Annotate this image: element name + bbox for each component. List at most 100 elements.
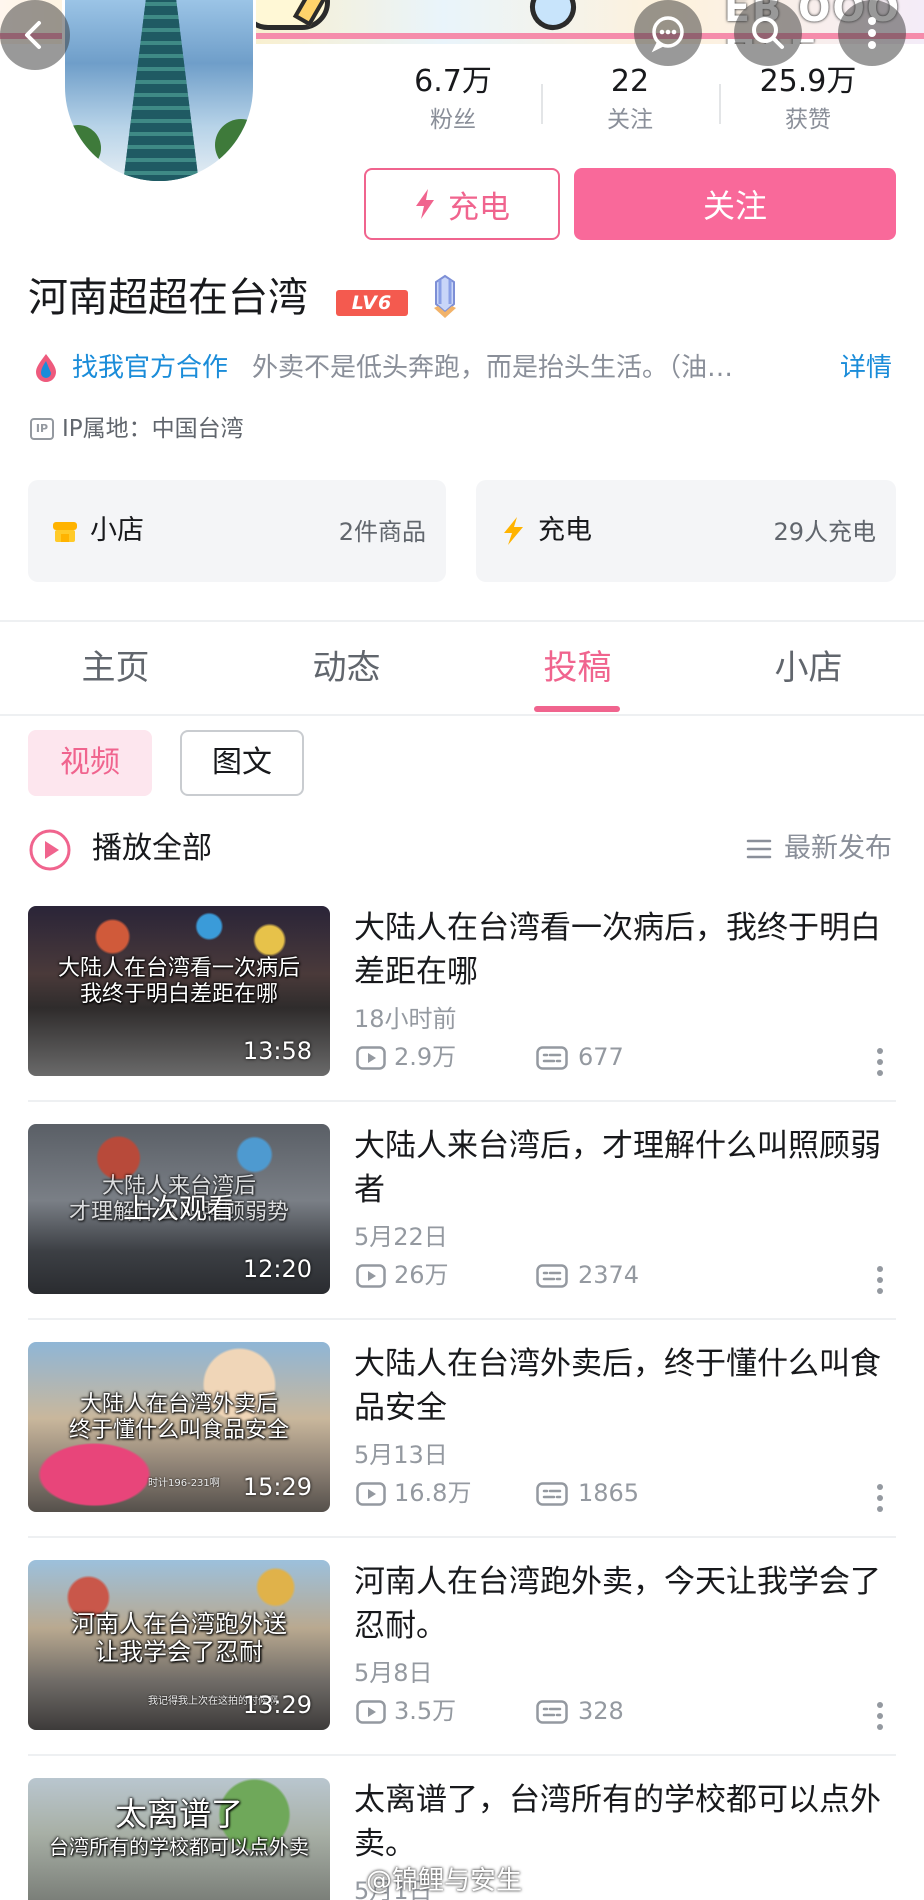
more-vertical-icon[interactable] xyxy=(872,1482,888,1514)
video-title[interactable]: 太离谱了，台湾所有的学校都可以点外卖。 xyxy=(354,1778,894,1866)
video-danmaku-count: 2374 xyxy=(578,1261,640,1289)
video-item[interactable]: 河南人在台湾跑外送 让我学会了忍耐 我记得我上次在这拍的时候啊 13:29 河南… xyxy=(0,1560,924,1778)
video-date: 5月22日 xyxy=(354,1223,448,1251)
message-button[interactable] xyxy=(634,0,702,66)
active-tab-indicator xyxy=(534,706,620,712)
shop-card[interactable]: 小店 2件商品 xyxy=(28,480,446,582)
cooperation-icon xyxy=(36,354,56,382)
video-title[interactable]: 大陆人在台湾看一次病后，我终于明白差距在哪 xyxy=(354,906,894,994)
pencil-badge-icon xyxy=(434,274,456,318)
more-vertical-icon[interactable] xyxy=(872,1046,888,1078)
charge-card-meta: 29人充电 xyxy=(773,518,876,546)
more-vertical-icon[interactable] xyxy=(872,1264,888,1296)
video-play-count: 16.8万 xyxy=(394,1479,472,1507)
video-title[interactable]: 大陆人在台湾外卖后，终于懂什么叫食品安全 xyxy=(354,1342,894,1430)
video-duration: 12:20 xyxy=(242,1255,312,1283)
back-icon xyxy=(25,21,41,49)
bio-text: 外卖不是低头奔跑，而是抬头生活。（油… xyxy=(252,353,734,383)
avatar-tree xyxy=(65,125,101,171)
avatar[interactable] xyxy=(62,0,256,184)
list-divider xyxy=(28,1754,896,1756)
back-button[interactable] xyxy=(0,0,70,70)
video-thumbnail[interactable]: 河南人在台湾跑外送 让我学会了忍耐 我记得我上次在这拍的时候啊 13:29 xyxy=(28,1560,330,1730)
sort-newest-button[interactable]: 最新发布 xyxy=(784,828,892,870)
avatar-tower-image xyxy=(123,0,199,181)
avatar-tree xyxy=(215,119,253,171)
play-all-icon[interactable] xyxy=(28,828,72,872)
charge-button[interactable]: 充电 xyxy=(364,168,560,240)
follow-button[interactable]: 关注 xyxy=(574,168,896,240)
lightning-icon xyxy=(416,189,434,219)
chat-icon xyxy=(651,16,684,53)
thumbnail-caption-line: 我终于明白差距在哪 xyxy=(79,982,278,1007)
lightning-icon xyxy=(504,517,523,545)
list-divider xyxy=(28,1100,896,1102)
detail-link[interactable]: 详情 xyxy=(840,350,892,386)
shop-card-title: 小店 xyxy=(90,515,144,546)
video-play-count: 26万 xyxy=(394,1261,449,1289)
video-item[interactable]: 大陆人来台湾后 才理解什么叫照顾弱势 上次观看 12:20 大陆人来台湾后，才理… xyxy=(0,1124,924,1342)
thumbnail-caption: 大陆人在台湾外卖后 终于懂什么叫食品安全 xyxy=(28,1392,330,1444)
video-item[interactable]: 大陆人在台湾看一次病后 我终于明白差距在哪 13:58 大陆人在台湾看一次病后，… xyxy=(0,906,924,1124)
fans-stat[interactable]: 6.7万 粉丝 xyxy=(378,62,528,138)
thumbnail-caption-line: 终于懂什么叫食品安全 xyxy=(68,1418,289,1443)
video-title[interactable]: 大陆人来台湾后，才理解什么叫照顾弱者 xyxy=(354,1124,894,1212)
following-stat[interactable]: 22 关注 xyxy=(555,62,705,138)
tab-uploads[interactable]: 投稿 xyxy=(462,640,693,696)
video-date: 5月13日 xyxy=(354,1441,448,1469)
shop-icon xyxy=(53,522,77,542)
tab-shop[interactable]: 小店 xyxy=(693,640,924,696)
video-title[interactable]: 河南人在台湾跑外卖，今天让我学会了忍耐。 xyxy=(354,1560,894,1648)
video-thumbnail[interactable]: 大陆人在台湾看一次病后 我终于明白差距在哪 13:58 xyxy=(28,906,330,1076)
likes-label: 获赞 xyxy=(785,107,831,133)
video-danmaku-count: 677 xyxy=(578,1043,624,1071)
video-thumbnail[interactable]: 大陆人在台湾外卖后 终于懂什么叫食品安全 时计196-231啊 15:29 xyxy=(28,1342,330,1512)
more-button[interactable] xyxy=(838,0,906,66)
filter-image-text-chip[interactable]: 图文 xyxy=(180,730,304,796)
search-icon xyxy=(752,17,784,49)
section-divider xyxy=(0,620,924,622)
charge-button-label: 充电 xyxy=(448,189,510,226)
likes-stat[interactable]: 25.9万 获赞 xyxy=(733,62,883,138)
watermark: @锦鲤与安生 xyxy=(366,1866,523,1896)
more-vertical-icon[interactable] xyxy=(872,1700,888,1732)
official-cooperation-link[interactable]: 找我官方合作 xyxy=(72,350,228,386)
thumbnail-caption: 大陆人在台湾看一次病后 我终于明白差距在哪 xyxy=(28,956,330,1008)
fans-label: 粉丝 xyxy=(430,107,476,133)
video-thumbnail[interactable]: 大陆人来台湾后 才理解什么叫照顾弱势 上次观看 12:20 xyxy=(28,1124,330,1294)
thumbnail-caption-line: 大陆人在台湾看一次病后 xyxy=(57,956,300,981)
danmaku-icon xyxy=(536,1264,568,1288)
filter-video-chip[interactable]: 视频 xyxy=(28,730,152,796)
video-duration: 15:29 xyxy=(242,1473,312,1501)
profile-name: 河南超超在台湾 xyxy=(28,275,308,321)
likes-count: 25.9万 xyxy=(759,64,857,99)
banner-illustration-3 xyxy=(523,0,583,37)
video-danmaku-count: 1865 xyxy=(578,1479,640,1507)
video-thumbnail[interactable]: 太离谱了 台湾所有的学校都可以点外卖 xyxy=(28,1778,330,1900)
last-watched-label: 上次观看 xyxy=(122,1192,235,1225)
video-play-count: 2.9万 xyxy=(394,1043,457,1071)
list-divider xyxy=(28,1536,896,1538)
following-count: 22 xyxy=(610,64,650,99)
tab-home[interactable]: 主页 xyxy=(0,640,231,696)
sort-icon[interactable] xyxy=(746,838,772,860)
thumbnail-caption-line: 太离谱了 xyxy=(114,1795,243,1833)
video-item[interactable]: 大陆人在台湾外卖后 终于懂什么叫食品安全 时计196-231啊 15:29 大陆… xyxy=(0,1342,924,1560)
following-label: 关注 xyxy=(607,107,653,133)
thumbnail-caption-line: 河南人在台湾跑外送 xyxy=(71,1610,287,1638)
charge-card[interactable]: 充电 29人充电 xyxy=(476,480,896,582)
tab-dynamics[interactable]: 动态 xyxy=(231,640,462,696)
video-date: 5月8日 xyxy=(354,1659,433,1687)
thumbnail-subtitle: 时计196-231啊 xyxy=(148,1478,220,1489)
thumbnail-caption-line: 大陆人在台湾外卖后 xyxy=(79,1392,278,1417)
video-danmaku-count: 328 xyxy=(578,1697,624,1725)
thumbnail-caption-line: 让我学会了忍耐 xyxy=(95,1638,263,1666)
stat-divider xyxy=(541,84,543,124)
ip-icon: IP xyxy=(30,418,54,440)
video-date: 18小时前 xyxy=(354,1005,457,1033)
play-count-icon xyxy=(356,1264,386,1288)
tabs-divider xyxy=(0,714,924,716)
play-all-button[interactable]: 播放全部 xyxy=(92,826,212,872)
search-button[interactable] xyxy=(734,0,802,66)
video-play-count: 3.5万 xyxy=(394,1697,457,1725)
